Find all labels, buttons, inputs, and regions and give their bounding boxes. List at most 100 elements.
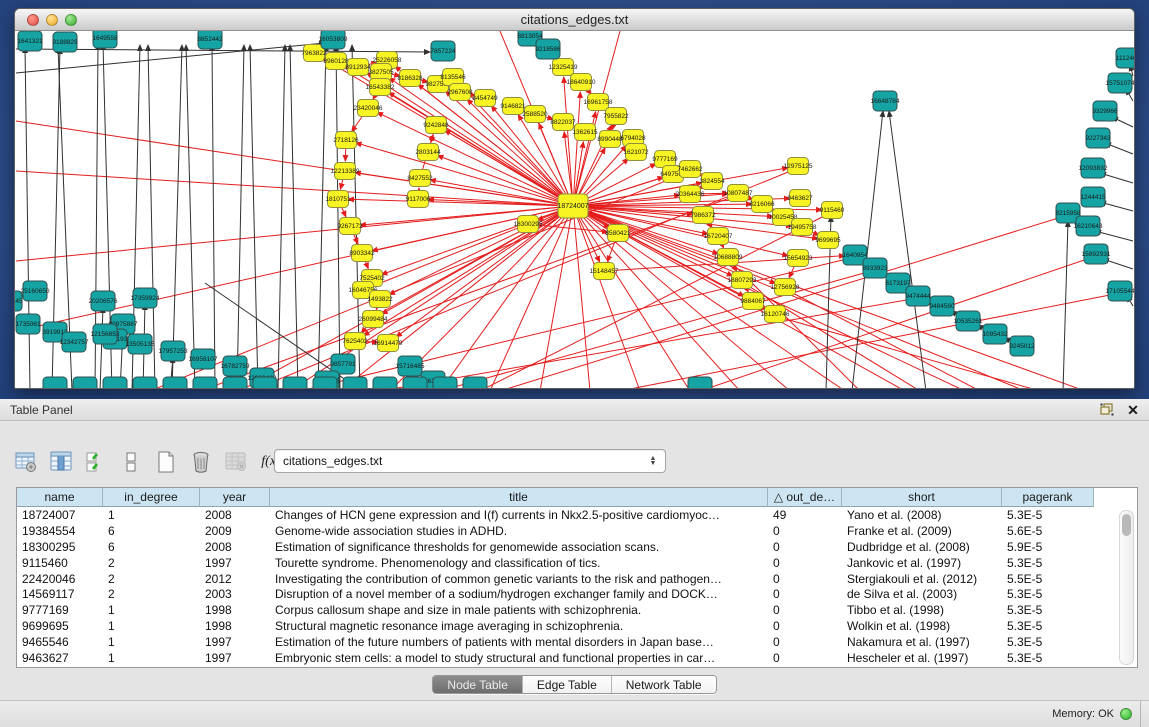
table-panel-body: f(x) citations_edges.txt ▲▼ namein_degre… bbox=[0, 421, 1149, 700]
select-columns-icon[interactable] bbox=[84, 450, 108, 474]
graph-node-label: 1810751 bbox=[325, 196, 351, 203]
graph-node[interactable] bbox=[43, 377, 67, 389]
table-cell: 0 bbox=[768, 586, 842, 602]
table-cell: 5.3E-5 bbox=[1002, 507, 1094, 523]
graph-node-label: 9242848 bbox=[423, 122, 449, 129]
table-body: 1872400712008Changes of HCN gene express… bbox=[17, 507, 1137, 666]
table-header-row: namein_degreeyeartitle△ out_de…shortpage… bbox=[17, 488, 1137, 507]
table-cell: 14569117 bbox=[17, 586, 103, 602]
graph-edge-black bbox=[1095, 231, 1133, 241]
graph-edge-black bbox=[318, 45, 326, 389]
close-panel-icon[interactable]: ✕ bbox=[1123, 401, 1143, 419]
table-cell: 6 bbox=[103, 523, 200, 539]
graph-node[interactable] bbox=[163, 377, 187, 389]
column-header-in_degree[interactable]: in_degree bbox=[103, 488, 200, 507]
graph-node[interactable] bbox=[463, 377, 487, 389]
graph-node-label: 10688809 bbox=[714, 254, 743, 261]
graph-node-label: 3827505 bbox=[368, 69, 394, 76]
graph-node[interactable] bbox=[133, 377, 157, 389]
table-row[interactable]: 946554611997Estimation of the future num… bbox=[17, 634, 1137, 650]
graph-node[interactable] bbox=[193, 377, 217, 389]
graph-node-label: 9218586 bbox=[535, 46, 561, 53]
graph-node-label: 9777169 bbox=[652, 156, 678, 163]
zoom-window-button[interactable] bbox=[65, 14, 77, 26]
graph-edge-red bbox=[377, 112, 573, 206]
column-header-pagerank[interactable]: pagerank bbox=[1002, 488, 1094, 507]
memory-ok-icon bbox=[1120, 708, 1132, 720]
table-row[interactable]: 911546021997Tourette syndrome. Phenomeno… bbox=[17, 555, 1137, 571]
graph-node-label: 6173197 bbox=[885, 280, 911, 287]
graph-node-label: 18640910 bbox=[567, 79, 596, 86]
close-window-button[interactable] bbox=[27, 14, 39, 26]
insert-column-icon[interactable] bbox=[49, 450, 73, 474]
table-cell: 1997 bbox=[200, 634, 270, 650]
table-cell: 2008 bbox=[200, 539, 270, 555]
graph-node-label: 7955822 bbox=[603, 113, 629, 120]
table-cell: 2003 bbox=[200, 586, 270, 602]
graph-edge-black bbox=[290, 45, 298, 389]
network-canvas[interactable]: 1872400779638228960128891293425226058382… bbox=[15, 31, 1134, 389]
graph-node-label: 16120746 bbox=[761, 311, 790, 318]
table-scrollbar[interactable] bbox=[1119, 510, 1134, 665]
table-cell: Hescheler et al. (1997) bbox=[842, 650, 1002, 666]
row-height-icon[interactable] bbox=[119, 450, 143, 474]
graph-node-label: 9117006 bbox=[406, 196, 431, 203]
table-select-dropdown[interactable]: citations_edges.txt ▲▼ bbox=[274, 449, 666, 473]
table-cell: 5.3E-5 bbox=[1002, 586, 1094, 602]
graph-node-label: 7462662 bbox=[677, 166, 703, 173]
table-scrollbar-thumb[interactable] bbox=[1122, 514, 1131, 536]
table-row[interactable]: 969969511998Structural magnetic resonanc… bbox=[17, 618, 1137, 634]
column-header-year[interactable]: year bbox=[200, 488, 270, 507]
table-cell: 2 bbox=[103, 555, 200, 571]
graph-node[interactable] bbox=[223, 377, 247, 389]
graph-node-label: 20364436 bbox=[676, 191, 705, 198]
graph-node-label: 10807487 bbox=[724, 190, 753, 197]
table-row[interactable]: 977716911998Corpus callosum shape and si… bbox=[17, 602, 1137, 618]
graph-node[interactable] bbox=[283, 377, 307, 389]
table-cell: 0 bbox=[768, 539, 842, 555]
new-table-icon[interactable] bbox=[154, 450, 178, 474]
graph-node-label: 16053809 bbox=[319, 36, 348, 43]
graph-node[interactable] bbox=[103, 377, 127, 389]
node-table[interactable]: namein_degreeyeartitle△ out_de…shortpage… bbox=[16, 487, 1138, 668]
table-cell: 1998 bbox=[200, 602, 270, 618]
table-row[interactable]: 1830029562008Estimation of significance … bbox=[17, 539, 1137, 555]
column-header-short[interactable]: short bbox=[842, 488, 1002, 507]
tab-node-table[interactable]: Node Table bbox=[433, 676, 523, 693]
table-row[interactable]: 1456911722003Disruption of a novel membe… bbox=[17, 586, 1137, 602]
graph-node-label: 25160650 bbox=[21, 288, 50, 295]
graph-node[interactable] bbox=[688, 377, 712, 389]
graph-node[interactable] bbox=[373, 377, 397, 389]
graph-node-label: 12975125 bbox=[784, 163, 813, 170]
graph-node[interactable] bbox=[253, 377, 277, 389]
table-cell: 1997 bbox=[200, 555, 270, 571]
table-row[interactable]: 2242004622012Investigating the contribut… bbox=[17, 571, 1137, 587]
column-header-title[interactable]: title bbox=[270, 488, 768, 507]
table-cell: Embryonic stem cells: a model to study s… bbox=[270, 650, 768, 666]
minimize-window-button[interactable] bbox=[46, 14, 58, 26]
graph-node[interactable] bbox=[313, 377, 337, 389]
graph-node[interactable] bbox=[73, 377, 97, 389]
graph-edge-black bbox=[1063, 221, 1068, 389]
table-row[interactable]: 1938455462009Genome-wide association stu… bbox=[17, 523, 1137, 539]
graph-node[interactable] bbox=[433, 377, 457, 389]
graph-node-label: 17359924 bbox=[131, 295, 160, 302]
tab-network-table[interactable]: Network Table bbox=[612, 676, 716, 693]
float-panel-icon[interactable] bbox=[1097, 401, 1117, 419]
delete-entry-icon[interactable] bbox=[189, 450, 213, 474]
delete-table-icon[interactable] bbox=[224, 450, 248, 474]
tab-edge-table[interactable]: Edge Table bbox=[523, 676, 612, 693]
column-header-name[interactable]: name bbox=[17, 488, 103, 507]
table-settings-icon[interactable] bbox=[14, 450, 38, 474]
graph-node-label: 9474444 bbox=[905, 293, 931, 300]
column-header-out_de[interactable]: △ out_de… bbox=[768, 488, 842, 507]
network-canvas-svg: 1872400779638228960128891293425226058382… bbox=[15, 31, 1134, 389]
graph-node-label: 12156853 bbox=[91, 331, 120, 338]
window-titlebar[interactable]: citations_edges.txt bbox=[15, 9, 1134, 31]
table-panel-title: Table Panel bbox=[10, 403, 1097, 417]
graph-node[interactable] bbox=[343, 377, 367, 389]
table-cell: Investigating the contribution of common… bbox=[270, 571, 768, 587]
graph-node[interactable] bbox=[403, 377, 427, 389]
table-row[interactable]: 1872400712008Changes of HCN gene express… bbox=[17, 507, 1137, 523]
table-row[interactable]: 946362711997Embryonic stem cells: a mode… bbox=[17, 650, 1137, 666]
